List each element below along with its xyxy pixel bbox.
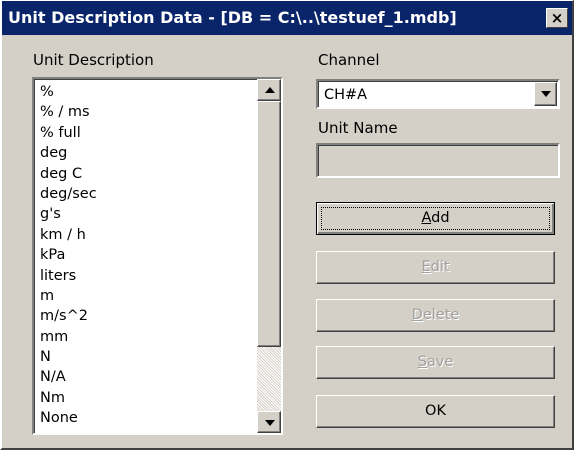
channel-dropdown[interactable]: CH#A [316,79,560,109]
list-item[interactable]: km / h [40,225,97,245]
list-item[interactable]: Nm [40,388,97,408]
dialog-window: Unit Description Data - [DB = C:\..\test… [0,0,574,450]
delete-button-label: elete [422,307,460,323]
list-item[interactable]: % / ms [40,102,97,122]
title-bar[interactable]: Unit Description Data - [DB = C:\..\test… [2,1,572,35]
add-button[interactable]: Add [316,202,555,235]
edit-button[interactable]: Edit [316,251,555,284]
unit-list: %% / ms% full deg deg Cdeg/sec g's km / h kPa… [40,82,97,429]
list-item[interactable]: deg [40,143,97,163]
unit-description-label: Unit Description [33,51,154,69]
list-item[interactable]: m/s^2 [40,306,97,326]
delete-button[interactable]: Delete [316,299,555,332]
scroll-thumb[interactable] [257,101,281,347]
vertical-scrollbar[interactable] [257,79,281,433]
list-item[interactable]: g's [40,204,97,224]
arrow-up-icon [265,87,275,93]
save-button[interactable]: Save [316,346,555,379]
arrow-down-icon [265,420,275,426]
channel-dropdown-button[interactable] [534,82,557,106]
unit-name-field[interactable] [316,143,560,178]
list-item[interactable]: mm [40,327,97,347]
list-item[interactable]: m [40,286,97,306]
edit-button-label: dit [430,259,450,275]
delete-button-accel: D [411,307,423,323]
unit-description-listbox[interactable]: %% / ms% full deg deg Cdeg/sec g's km / h kPa… [32,77,283,435]
chevron-down-icon [541,91,551,97]
channel-selected-value: CH#A [324,87,368,103]
list-item[interactable]: N [40,347,97,367]
list-item[interactable]: % [40,82,97,102]
list-item[interactable]: N/A [40,367,97,387]
ok-button[interactable]: OK [316,395,555,428]
close-button[interactable]: × [546,8,568,28]
save-button-accel: S [417,354,427,370]
unit-name-label: Unit Name [318,119,398,137]
list-item[interactable]: deg/sec [40,184,97,204]
save-button-label: ave [426,354,454,370]
edit-button-accel: E [421,259,431,275]
close-icon: × [550,9,564,27]
list-item[interactable]: liters [40,266,97,286]
scroll-up-button[interactable] [257,79,281,101]
window-title: Unit Description Data - [DB = C:\..\test… [8,8,457,27]
list-item[interactable]: deg C [40,164,97,184]
channel-label: Channel [318,51,380,69]
list-item[interactable]: None [40,408,97,428]
scroll-down-button[interactable] [257,411,281,433]
list-item[interactable]: kPa [40,245,97,265]
list-item[interactable]: % full [40,123,97,143]
focus-rectangle [321,207,550,230]
